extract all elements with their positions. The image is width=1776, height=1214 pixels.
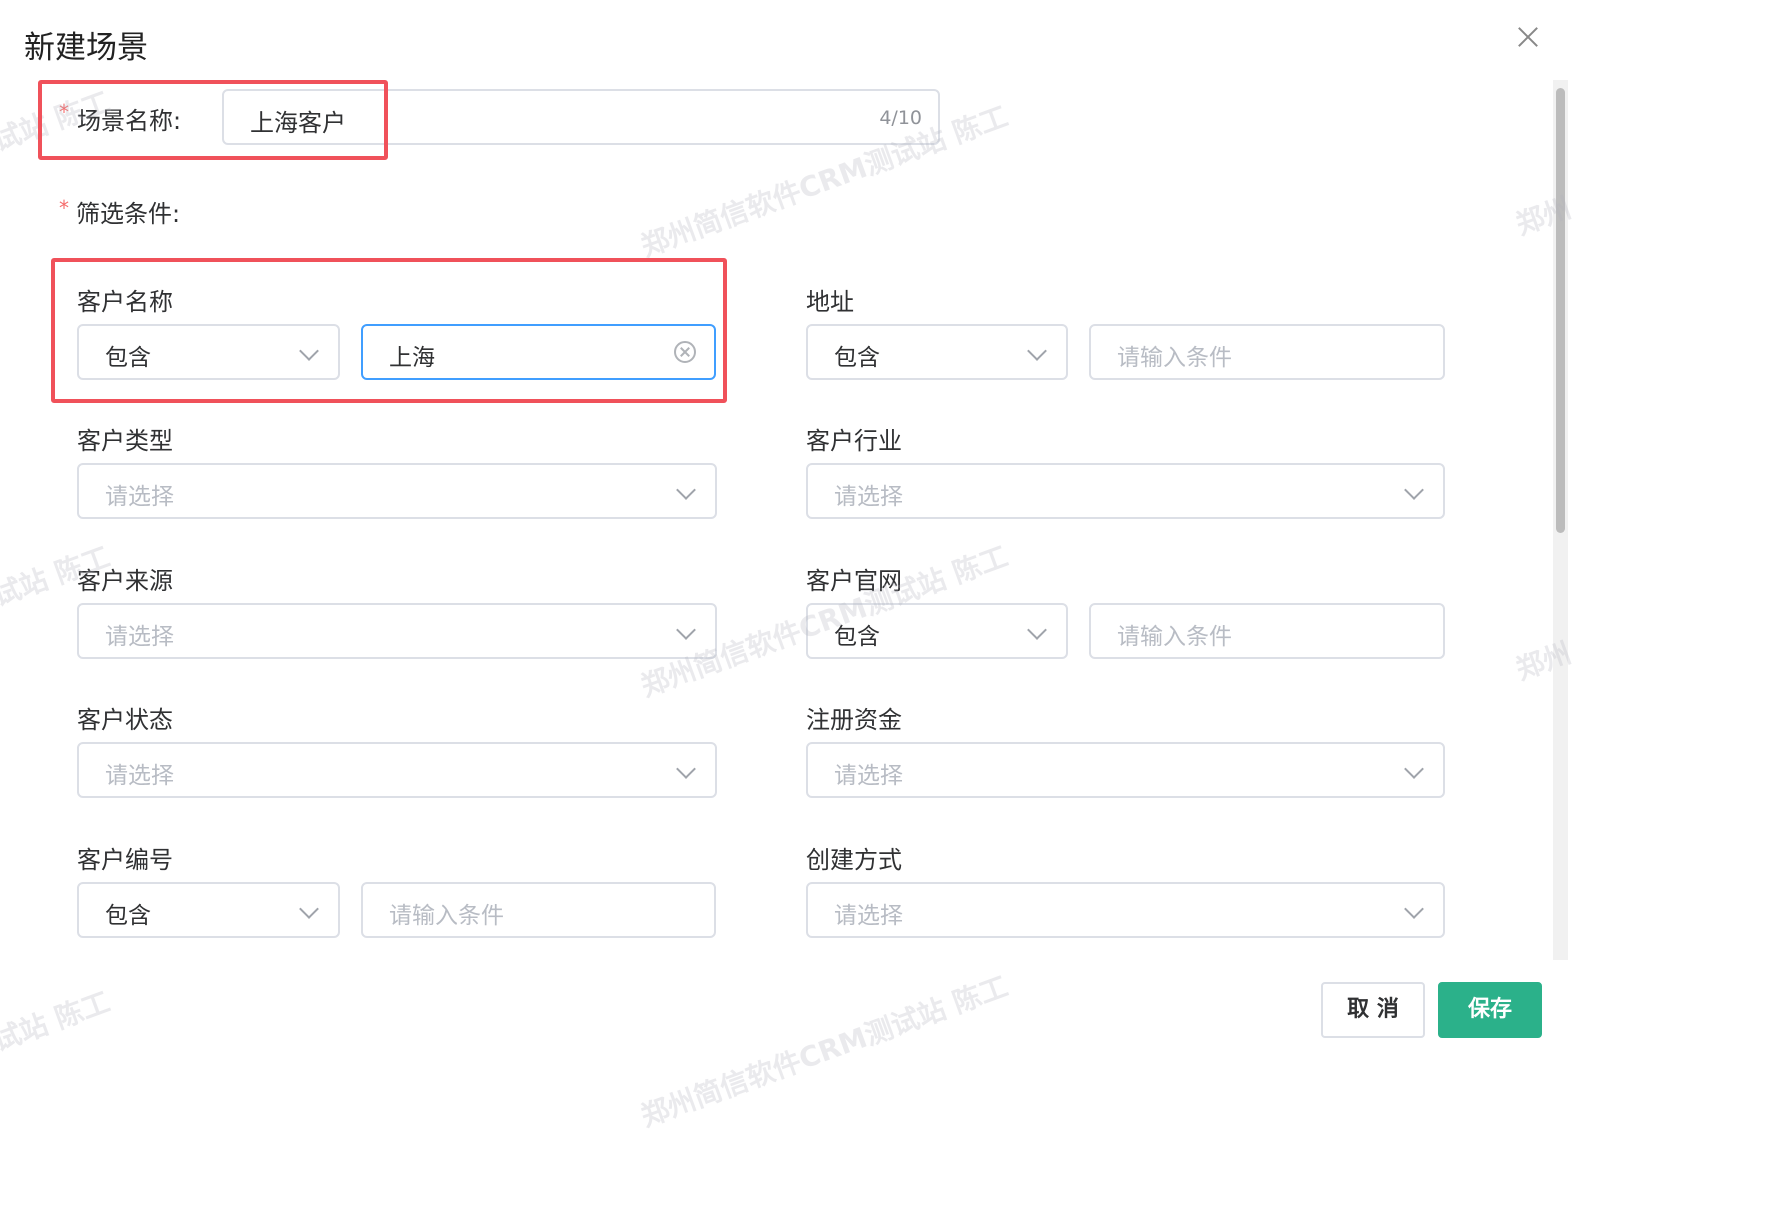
chevron-down-icon: [1404, 759, 1424, 779]
chevron-down-icon: [299, 341, 319, 361]
customer-status-placeholder: 请选择: [105, 763, 174, 789]
customer-name-input[interactable]: 上海: [361, 324, 716, 380]
customer-industry-placeholder: 请选择: [834, 484, 903, 510]
scene-name-value: 上海客户: [250, 109, 346, 137]
customer-type-placeholder: 请选择: [105, 484, 174, 510]
watermark: 试站 陈工: [0, 985, 115, 1058]
watermark: 郑州简信软件CRM测试站 陈工: [636, 969, 1013, 1134]
close-icon[interactable]: [1514, 24, 1542, 52]
chevron-down-icon: [1027, 341, 1047, 361]
chevron-down-icon: [299, 899, 319, 919]
scene-name-label: 场景名称:: [77, 107, 182, 135]
creation-method-placeholder: 请选择: [834, 903, 903, 929]
address-operator-select[interactable]: 包含: [806, 324, 1068, 380]
address-input[interactable]: 请输入条件: [1089, 324, 1445, 380]
scene-name-input[interactable]: 上海客户 4/10: [222, 89, 940, 145]
customer-status-label: 客户状态: [77, 706, 173, 734]
customer-number-placeholder: 请输入条件: [389, 903, 504, 929]
operator-value: 包含: [834, 624, 880, 650]
customer-source-placeholder: 请选择: [105, 624, 174, 650]
customer-status-select[interactable]: 请选择: [77, 742, 717, 798]
customer-name-value: 上海: [389, 345, 435, 371]
customer-number-label: 客户编号: [77, 846, 173, 874]
customer-type-select[interactable]: 请选择: [77, 463, 717, 519]
clear-icon[interactable]: [674, 341, 696, 363]
required-mark: *: [59, 100, 69, 124]
chevron-down-icon: [1404, 899, 1424, 919]
registered-capital-select[interactable]: 请选择: [806, 742, 1445, 798]
customer-source-select[interactable]: 请选择: [77, 603, 717, 659]
creation-method-select[interactable]: 请选择: [806, 882, 1445, 938]
customer-name-label: 客户名称: [77, 288, 173, 316]
scrollbar-thumb[interactable]: [1556, 88, 1565, 533]
registered-capital-label: 注册资金: [806, 706, 902, 734]
chevron-down-icon: [676, 480, 696, 500]
filter-label: 筛选条件:: [76, 200, 181, 228]
chevron-down-icon: [1027, 620, 1047, 640]
cancel-button[interactable]: 取 消: [1321, 982, 1425, 1038]
dialog-title: 新建场景: [24, 30, 148, 66]
required-mark: *: [59, 196, 69, 220]
customer-website-label: 客户官网: [806, 567, 902, 595]
customer-industry-label: 客户行业: [806, 427, 902, 455]
registered-capital-placeholder: 请选择: [834, 763, 903, 789]
scrollbar[interactable]: [1553, 80, 1568, 960]
operator-value: 包含: [834, 345, 880, 371]
address-placeholder: 请输入条件: [1117, 345, 1232, 371]
customer-website-input[interactable]: 请输入条件: [1089, 603, 1445, 659]
scene-name-counter: 4/10: [879, 107, 922, 129]
operator-value: 包含: [105, 903, 151, 929]
save-button[interactable]: 保存: [1438, 982, 1542, 1038]
customer-number-input[interactable]: 请输入条件: [361, 882, 716, 938]
operator-value: 包含: [105, 345, 151, 371]
address-label: 地址: [806, 288, 854, 316]
chevron-down-icon: [676, 620, 696, 640]
creation-method-label: 创建方式: [806, 846, 902, 874]
chevron-down-icon: [676, 759, 696, 779]
chevron-down-icon: [1404, 480, 1424, 500]
customer-website-operator-select[interactable]: 包含: [806, 603, 1068, 659]
customer-website-placeholder: 请输入条件: [1117, 624, 1232, 650]
customer-number-operator-select[interactable]: 包含: [77, 882, 340, 938]
customer-name-operator-select[interactable]: 包含: [77, 324, 340, 380]
customer-industry-select[interactable]: 请选择: [806, 463, 1445, 519]
customer-source-label: 客户来源: [77, 567, 173, 595]
customer-type-label: 客户类型: [77, 427, 173, 455]
